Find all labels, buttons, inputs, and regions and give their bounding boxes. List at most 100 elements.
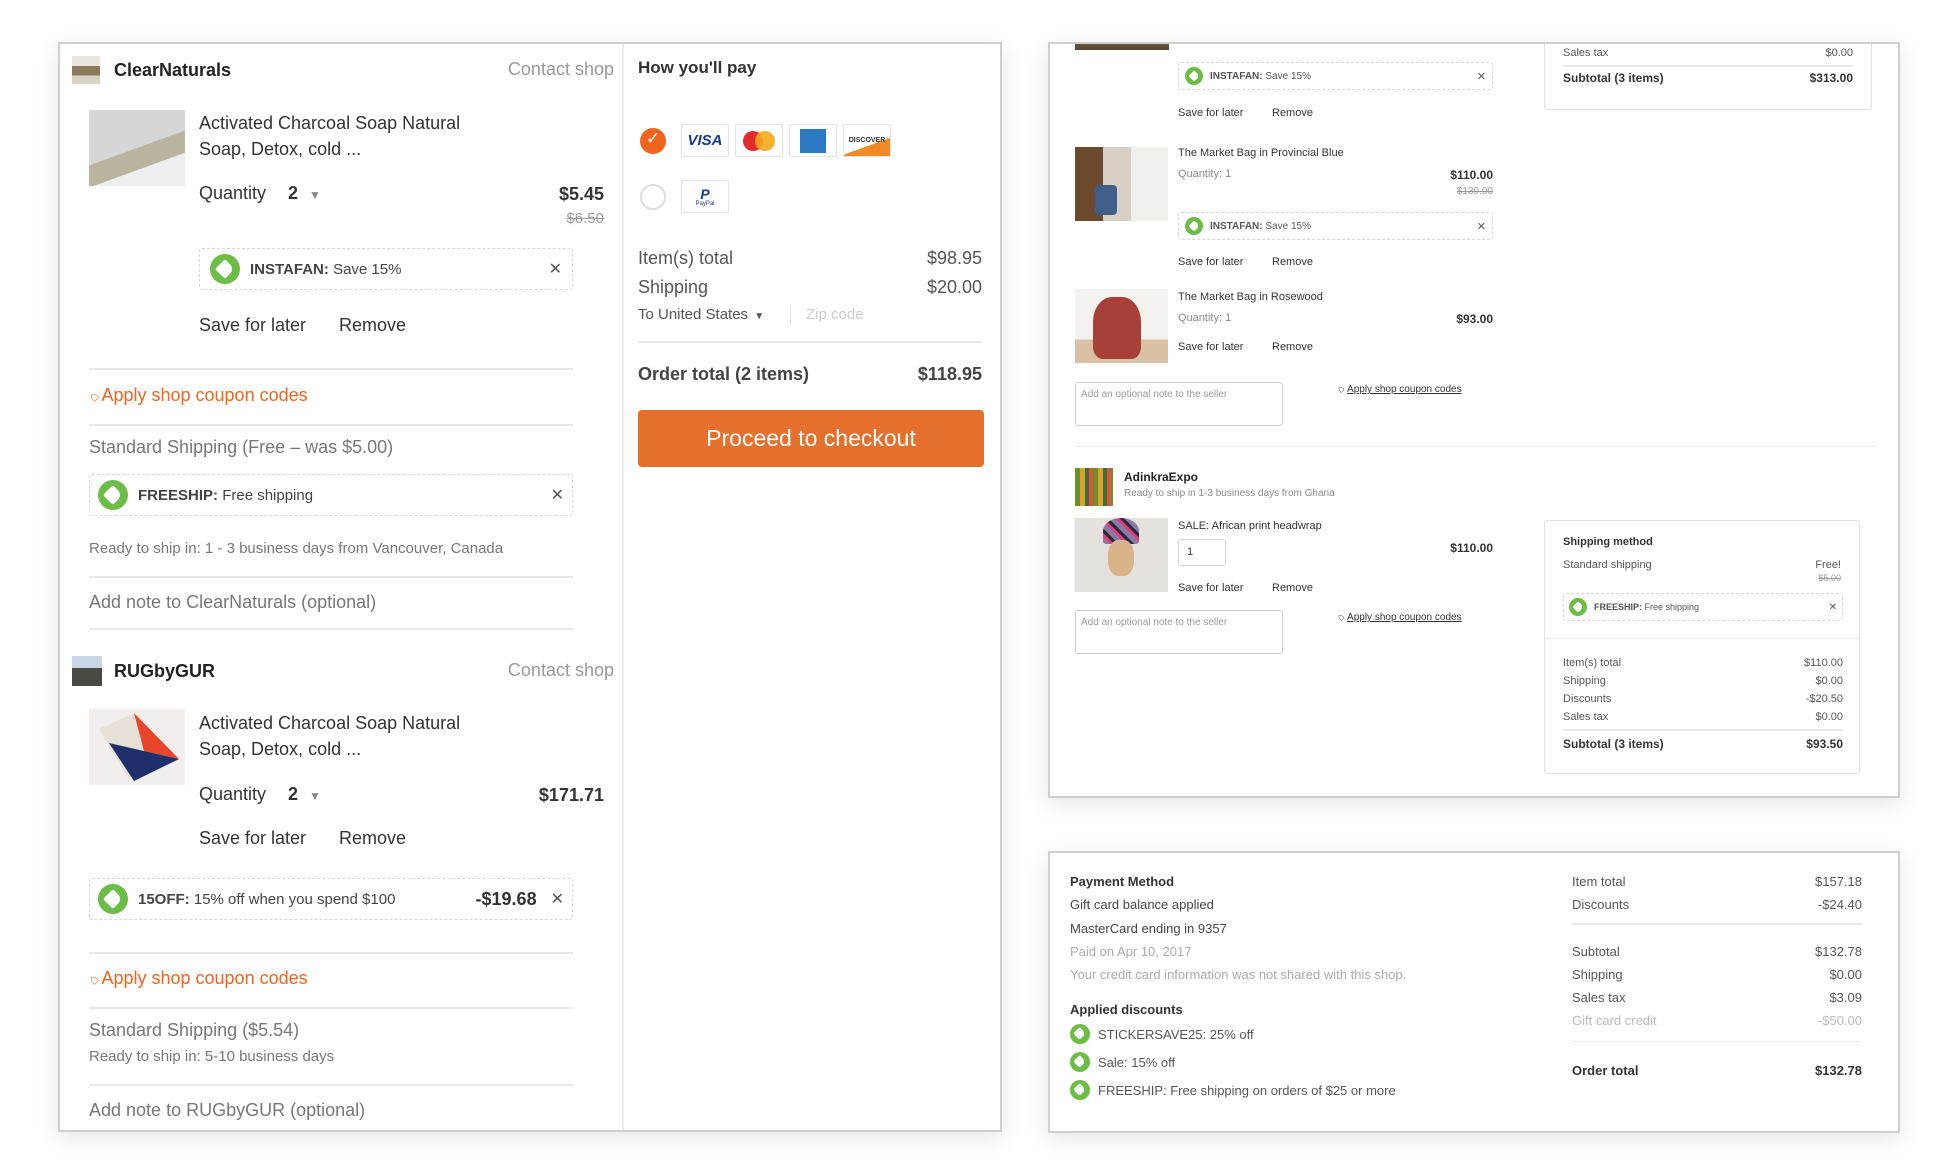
save-for-later-button[interactable]: Save for later: [1178, 582, 1243, 594]
quantity-select[interactable]: 2 ▼: [288, 183, 321, 204]
note-to-seller-input[interactable]: Add note to RUGbyGUR (optional): [89, 1100, 365, 1121]
totals-row: Shipping $0.00: [1572, 967, 1862, 982]
applied-discounts-title: Applied discounts: [1070, 1002, 1183, 1017]
coupon-code: INSTAFAN:: [1210, 220, 1263, 232]
product-title[interactable]: The Market Bag in Provincial Blue: [1178, 147, 1344, 159]
shop-avatar-adinkraexpo[interactable]: [1075, 468, 1113, 506]
totals-label: Gift card credit: [1572, 1013, 1657, 1028]
remove-coupon-close-icon[interactable]: ✕: [549, 259, 562, 279]
order-summary-box: Shipping method Standard shipping Free! …: [1544, 520, 1861, 774]
product-image-rug[interactable]: [89, 709, 185, 785]
discount-label: FREESHIP: Free shipping on orders of $25…: [1098, 1082, 1396, 1098]
divider: [1572, 923, 1862, 925]
divider: [89, 628, 573, 630]
item-original-price: $130.00: [1456, 186, 1493, 197]
product-title[interactable]: SALE: African print headwrap: [1178, 520, 1322, 532]
quantity-input[interactable]: 1: [1178, 539, 1226, 566]
rug-illustration: [99, 713, 179, 781]
product-title[interactable]: The Market Bag in Rosewood: [1178, 291, 1323, 303]
remove-coupon-close-icon[interactable]: ✕: [1477, 70, 1486, 83]
subtotal-label: Subtotal (3 items): [1563, 71, 1664, 85]
remove-button[interactable]: Remove: [1272, 582, 1313, 594]
discount-item: FREESHIP: Free shipping on orders of $25…: [1070, 1080, 1396, 1100]
product-title[interactable]: Activated Charcoal Soap Natural Soap, De…: [199, 710, 460, 762]
shop-name[interactable]: RUGbyGUR: [114, 661, 215, 682]
shipping-method[interactable]: Standard Shipping ($5.54): [89, 1020, 299, 1041]
product-title[interactable]: Activated Charcoal Soap Natural Soap, De…: [199, 110, 460, 162]
shop-avatar-clearnaturals[interactable]: [72, 56, 100, 84]
totals-value: $157.18: [1815, 874, 1862, 889]
product-image-bag-blue[interactable]: [1075, 147, 1168, 221]
payment-method-title: Payment Method: [1070, 874, 1175, 889]
apply-coupon-link[interactable]: ⌂Apply shop coupon codes: [85, 385, 308, 406]
discount-item: STICKERSAVE25: 25% off: [1070, 1024, 1254, 1044]
coupon-instafan: INSTAFAN: Save 15% ✕: [1178, 212, 1493, 240]
divider: [1545, 638, 1861, 639]
remove-coupon-close-icon[interactable]: ✕: [551, 485, 564, 505]
remove-coupon-close-icon[interactable]: ✕: [1829, 602, 1837, 613]
subtotal-value: $313.00: [1809, 71, 1853, 85]
save-for-later-button[interactable]: Save for later: [1178, 256, 1243, 268]
quantity-select[interactable]: 2 ▼: [288, 784, 321, 805]
apply-coupon-link[interactable]: ⌂Apply shop coupon codes: [1335, 383, 1462, 395]
payment-radio-paypal[interactable]: [640, 184, 666, 210]
receipt-panel: Payment Method Gift card balance applied…: [1048, 851, 1900, 1133]
coupon-code: INSTAFAN:: [250, 260, 329, 278]
coupon-instafan: INSTAFAN: Save 15% ✕: [1178, 62, 1493, 90]
item-original-price: $6.50: [566, 210, 604, 227]
shop-name[interactable]: AdinkraExpo: [1124, 470, 1198, 484]
remove-coupon-close-icon[interactable]: ✕: [551, 889, 564, 909]
coupon-freeship: FREESHIP: Free shipping ✕: [89, 474, 573, 516]
totals-row: Gift card credit -$50.00: [1572, 1013, 1862, 1028]
mastercard-icon: [735, 124, 783, 157]
destination-value: To United States: [638, 306, 749, 323]
save-for-later-button[interactable]: Save for later: [1178, 107, 1243, 119]
zip-code-input[interactable]: Zip code: [806, 306, 864, 323]
seller-note-input[interactable]: Add an optional note to the seller: [1075, 382, 1283, 426]
remove-button[interactable]: Remove: [1272, 107, 1313, 119]
ready-to-ship: Ready to ship in 1-3 business days from …: [1124, 488, 1335, 499]
proceed-to-checkout-button[interactable]: Proceed to checkout: [638, 410, 984, 467]
sales-tax-row: Sales tax $0.00: [1563, 47, 1853, 59]
coupon-amount: -$19.68: [475, 888, 537, 909]
product-title-line1: Activated Charcoal Soap Natural: [199, 113, 461, 133]
save-for-later-button[interactable]: Save for later: [199, 828, 306, 849]
tag-outline-icon: ⌂: [84, 387, 102, 405]
contact-shop-link[interactable]: Contact shop: [508, 59, 614, 80]
shop-name[interactable]: ClearNaturals: [114, 60, 231, 81]
chevron-down-icon: ▼: [309, 188, 321, 202]
remove-coupon-close-icon[interactable]: ✕: [1477, 220, 1486, 233]
remove-button[interactable]: Remove: [1272, 341, 1313, 353]
coupon-tag-icon: [1185, 217, 1203, 235]
quantity-value: 2: [288, 183, 299, 203]
shop-avatar-rugbygur[interactable]: [72, 656, 102, 686]
apply-coupon-link[interactable]: ⌂Apply shop coupon codes: [85, 968, 308, 989]
amex-card-icon: [789, 124, 837, 157]
contact-shop-link[interactable]: Contact shop: [508, 660, 614, 681]
subtotal-row: Subtotal (3 items) $313.00: [1563, 71, 1853, 85]
totals-row: Subtotal $132.78: [1572, 944, 1862, 959]
privacy-note: Your credit card information was not sha…: [1070, 967, 1407, 982]
remove-button[interactable]: Remove: [339, 315, 406, 336]
apply-coupon-link[interactable]: ⌂Apply shop coupon codes: [1335, 611, 1462, 623]
order-total-value: $132.78: [1815, 1063, 1862, 1078]
summary-label: Item(s) total: [1563, 657, 1622, 669]
summary-label: Sales tax: [1563, 711, 1609, 723]
remove-button[interactable]: Remove: [1272, 256, 1313, 268]
destination-select[interactable]: To United States ▼: [638, 306, 764, 323]
shipping-was-price: $5.00: [1818, 573, 1841, 583]
product-image-headwrap[interactable]: [1075, 518, 1168, 592]
payment-line: Gift card balance applied: [1070, 897, 1214, 912]
remove-button[interactable]: Remove: [339, 828, 406, 849]
payment-radio-credit-card[interactable]: ✓: [640, 128, 666, 154]
save-for-later-button[interactable]: Save for later: [199, 315, 306, 336]
product-image-soap[interactable]: [89, 110, 185, 186]
shipping-method[interactable]: Standard Shipping (Free – was $5.00): [89, 437, 393, 458]
totals-label: Subtotal: [1572, 944, 1620, 959]
note-to-seller-input[interactable]: Add note to ClearNaturals (optional): [89, 592, 376, 613]
seller-note-input[interactable]: Add an optional note to the seller: [1075, 610, 1283, 654]
product-image-partial[interactable]: [1075, 44, 1169, 50]
save-for-later-button[interactable]: Save for later: [1178, 341, 1243, 353]
product-image-bag-rosewood[interactable]: [1075, 289, 1168, 363]
totals-value: $3.09: [1829, 990, 1862, 1005]
